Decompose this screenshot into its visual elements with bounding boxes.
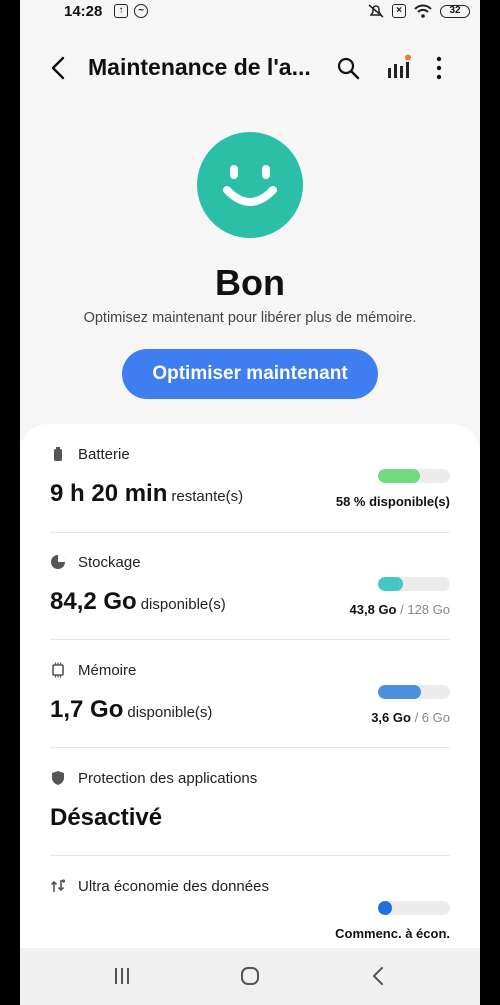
system-icons: × 32 xyxy=(368,4,470,18)
data-saver-row[interactable]: Ultra économie des données Commenc. à éc… xyxy=(50,876,450,956)
battery-value: 9 h 20 min restante(s) xyxy=(50,480,243,508)
memory-meta: 3,6 Go / 6 Go xyxy=(371,710,450,725)
wifi-icon xyxy=(414,4,432,18)
battery-time: 9 h 20 min xyxy=(50,480,168,507)
app-header: Maintenance de l'a... xyxy=(20,44,480,92)
messenger-notification-icon: ~ xyxy=(134,4,148,18)
notification-icons: ↑ ~ xyxy=(114,4,148,18)
status-bar: 14:28 ↑ ~ × 32 xyxy=(20,0,480,24)
back-icon[interactable] xyxy=(370,966,386,986)
battery-bar-fill xyxy=(378,469,420,483)
status-title: Bon xyxy=(215,262,285,303)
page-title: Maintenance de l'a... xyxy=(88,54,311,80)
divider xyxy=(50,747,450,748)
data-saver-label: Ultra économie des données xyxy=(78,877,269,895)
memory-row-header: Mémoire xyxy=(50,660,136,680)
mute-icon xyxy=(368,4,384,18)
battery-available: 58 % disponible(s) xyxy=(335,494,450,509)
more-vertical-icon[interactable] xyxy=(432,55,446,81)
data-saver-icon xyxy=(50,879,66,892)
storage-used: 43,8 Go xyxy=(349,602,397,617)
battery-label: Batterie xyxy=(78,445,130,463)
no-sim-icon: × xyxy=(392,4,406,18)
navigation-bar xyxy=(20,948,480,1005)
battery-row-header: Batterie xyxy=(50,444,130,464)
upload-notification-icon: ↑ xyxy=(114,4,128,18)
storage-unit: disponible(s) xyxy=(140,596,226,613)
storage-free: 84,2 Go xyxy=(50,588,137,615)
recent-apps-icon[interactable] xyxy=(112,966,132,986)
device-care-card: Batterie 9 h 20 min restante(s) 58 % disp… xyxy=(20,424,480,1005)
battery-meta: 58 % disponible(s) xyxy=(336,494,450,509)
app-protection-label: Protection des applications xyxy=(78,769,258,787)
divider xyxy=(50,532,450,533)
data-saver-row-header: Ultra économie des données xyxy=(50,876,269,896)
memory-bar xyxy=(378,685,450,699)
memory-bar-fill xyxy=(378,685,422,699)
data-saver-status: Commenc. à écon. xyxy=(335,926,450,941)
storage-total: / 128 Go xyxy=(400,602,450,617)
app-protection-row[interactable]: Protection des applications Désactivé xyxy=(50,768,450,848)
memory-row[interactable]: Mémoire 1,7 Go disponible(s) 3,6 Go / 6 G… xyxy=(50,660,450,750)
storage-value: 84,2 Go disponible(s) xyxy=(50,588,226,616)
storage-meta: 43,8 Go / 128 Go xyxy=(350,602,450,617)
data-saver-bar xyxy=(378,901,450,915)
storage-icon xyxy=(51,555,65,569)
battery-bar xyxy=(378,469,450,483)
memory-total: / 6 Go xyxy=(414,710,450,725)
search-icon[interactable] xyxy=(336,56,360,80)
shield-icon xyxy=(52,771,64,785)
memory-used: 3,6 Go xyxy=(371,710,411,725)
home-icon[interactable] xyxy=(240,966,260,986)
memory-unit: disponible(s) xyxy=(127,704,213,721)
stats-icon[interactable] xyxy=(386,54,412,80)
app-protection-value: Désactivé xyxy=(50,804,162,832)
memory-label: Mémoire xyxy=(78,661,137,679)
storage-bar-fill xyxy=(378,577,403,591)
screen: 14:28 ↑ ~ × 32 Maintenance de l'a... Bon… xyxy=(20,0,480,1005)
memory-free: 1,7 Go xyxy=(50,696,124,723)
app-protection-row-header: Protection des applications xyxy=(50,768,257,788)
memory-chip-icon xyxy=(52,662,64,678)
app-protection-status: Désactivé xyxy=(50,804,163,831)
status-subtitle: Optimisez maintenant pour libérer plus d… xyxy=(83,310,417,326)
storage-row[interactable]: Stockage 84,2 Go disponible(s) 43,8 Go / … xyxy=(50,552,450,642)
smiley-face-icon xyxy=(197,132,303,238)
data-saver-meta: Commenc. à écon. xyxy=(335,926,450,941)
memory-value: 1,7 Go disponible(s) xyxy=(50,696,212,724)
divider xyxy=(50,639,450,640)
data-saver-dot xyxy=(378,901,392,915)
divider xyxy=(50,855,450,856)
optimize-now-button[interactable]: Optimiser maintenant xyxy=(122,349,378,399)
chevron-left-icon[interactable] xyxy=(46,54,72,82)
battery-unit: restante(s) xyxy=(171,488,244,505)
status-time: 14:28 xyxy=(64,3,103,20)
battery-row[interactable]: Batterie 9 h 20 min restante(s) 58 % disp… xyxy=(50,444,450,534)
storage-bar xyxy=(378,577,450,591)
battery-indicator: 32 xyxy=(440,4,470,18)
battery-icon xyxy=(54,447,62,461)
storage-row-header: Stockage xyxy=(50,552,141,572)
storage-label: Stockage xyxy=(78,553,141,571)
